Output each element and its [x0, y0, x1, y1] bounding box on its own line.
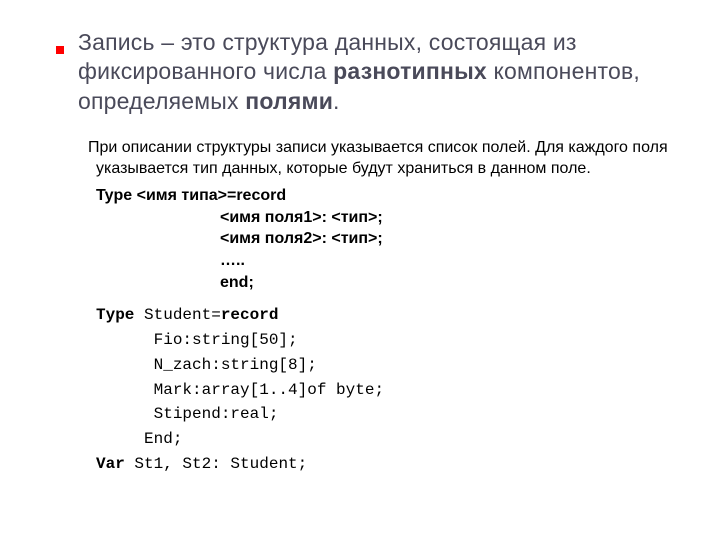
code-line-3: N_zach:string[8];	[96, 353, 680, 378]
title-text-3: .	[333, 88, 340, 114]
title-bold-2: полями	[245, 88, 333, 114]
code-line-4: Mark:array[1..4]of byte;	[96, 378, 680, 403]
bullet-icon	[56, 46, 64, 54]
syntax-line-2: <имя поля1>: <тип>;	[220, 207, 680, 229]
syntax-line-4: …..	[220, 250, 680, 272]
title-bold-1: разнотипных	[333, 58, 487, 84]
code-line-7: Var St1, St2: Student;	[96, 452, 680, 477]
slide-body: При описании структуры записи указываетс…	[96, 138, 680, 476]
intro-paragraph: При описании структуры записи указываетс…	[96, 138, 680, 179]
slide-title: Запись – это структура данных, состоящая…	[78, 28, 680, 116]
code-text-7b: St1, St2: Student;	[125, 455, 307, 473]
syntax-template: Type <имя типа>=record <имя поля1>: <тип…	[96, 185, 680, 293]
code-text-1b: Student=	[134, 306, 220, 324]
syntax-line-1: Type <имя типа>=record	[96, 185, 680, 207]
code-line-2: Fio:string[50];	[96, 328, 680, 353]
keyword-record: record	[221, 306, 279, 324]
syntax-line-5: end;	[220, 272, 680, 294]
keyword-var: Var	[96, 455, 125, 473]
keyword-type: Type	[96, 306, 134, 324]
syntax-line-3: <имя поля2>: <тип>;	[220, 228, 680, 250]
code-line-1: Type Student=record	[96, 303, 680, 328]
code-example: Type Student=record Fio:string[50]; N_za…	[96, 303, 680, 477]
code-line-6: End;	[96, 427, 680, 452]
code-line-5: Stipend:real;	[96, 402, 680, 427]
